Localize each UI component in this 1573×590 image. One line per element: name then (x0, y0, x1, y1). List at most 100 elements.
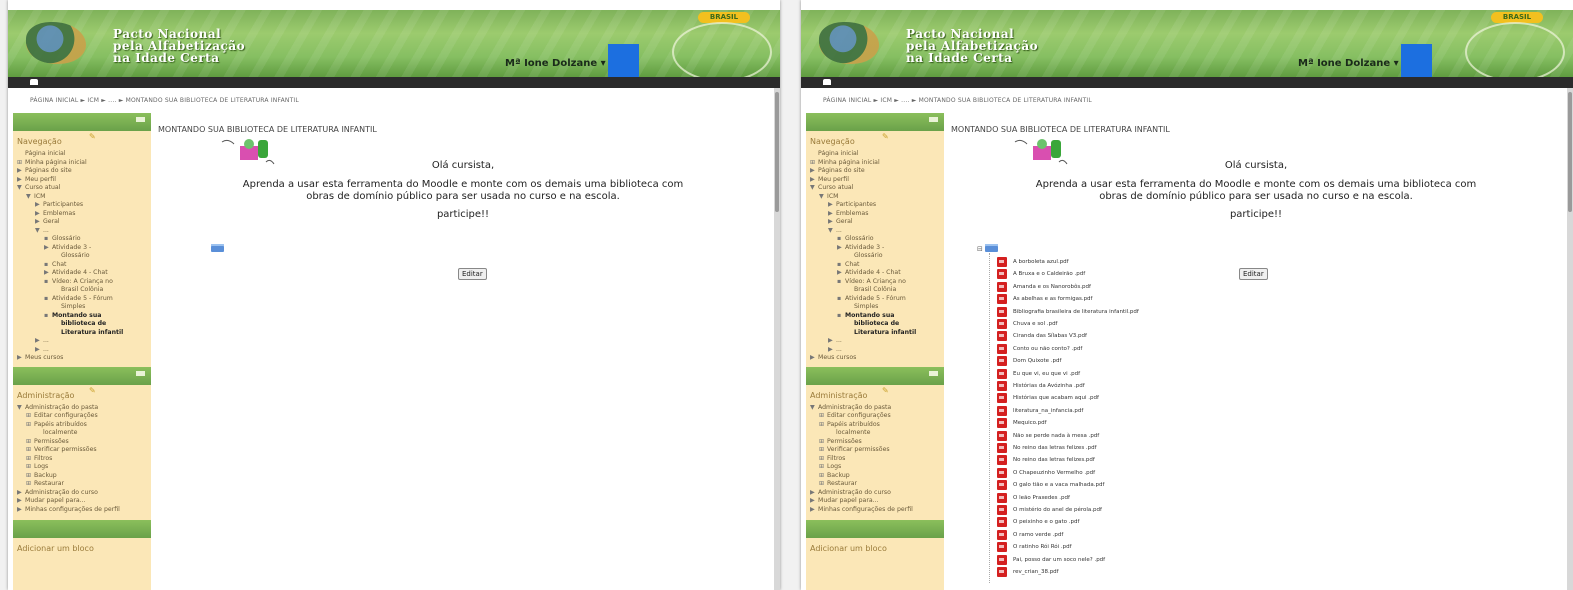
avatar[interactable] (1401, 44, 1432, 77)
sidebar-item[interactable]: Brasil Colônia (806, 286, 944, 295)
sidebar-item[interactable]: ▪ Atividade 5 - Fórum (13, 295, 151, 304)
add-block-title[interactable]: Adicionar um bloco (17, 544, 151, 553)
sidebar-item[interactable]: ⊞ Minha página inicial (13, 159, 151, 168)
file-name[interactable]: O peixinho e o gato .pdf (1013, 519, 1079, 525)
sidebar-item[interactable]: ⊞ Filtros (13, 455, 151, 464)
sidebar-item[interactable]: Página inicial (13, 150, 151, 159)
edit-button[interactable]: Editar (458, 268, 487, 280)
sidebar-item[interactable]: ▼ Curso atual (13, 184, 151, 193)
sidebar-item[interactable]: Literatura infantil (806, 329, 944, 338)
file-name[interactable]: Mequico.pdf (1013, 420, 1047, 426)
sidebar-item[interactable]: ⊞ Backup (13, 472, 151, 481)
sidebar-item[interactable]: ⊞ Restaurar (13, 480, 151, 489)
add-block-title[interactable]: Adicionar um bloco (810, 544, 944, 553)
file-name[interactable]: Eu que vi, eu que vi .pdf (1013, 371, 1080, 377)
sidebar-item[interactable]: ▶ Participantes (13, 201, 151, 210)
breadcrumb[interactable]: PÁGINA INICIAL ► ICM ► .... ► MONTANDO S… (30, 97, 299, 104)
sidebar-item[interactable]: ▪ Glossário (806, 235, 944, 244)
sidebar-item[interactable]: ⊞ Logs (13, 463, 151, 472)
sidebar-item[interactable]: ▶ Administração do curso (13, 489, 151, 498)
sidebar-item[interactable]: ▶ Administração do curso (806, 489, 944, 498)
sidebar-item[interactable]: ⊞ Editar configurações (806, 412, 944, 421)
sidebar-item[interactable]: ⊞ Papéis atribuídos (13, 421, 151, 430)
user-menu[interactable]: Mª Ione Dolzane ▾ (1298, 58, 1399, 69)
file-name[interactable]: Pai, posso dar um soco nele? .pdf (1013, 557, 1105, 563)
sidebar-item[interactable]: ▶... (13, 346, 151, 355)
collapse-toggle-icon[interactable]: ⊟ (977, 245, 983, 253)
sidebar-item[interactable]: ▼ Curso atual (806, 184, 944, 193)
sidebar-item[interactable]: ▶ Atividade 4 - Chat (13, 269, 151, 278)
sidebar-item[interactable]: ▶ Participantes (806, 201, 944, 210)
sidebar-item[interactable]: ▪ Glossário (13, 235, 151, 244)
site-title[interactable]: Pacto Nacional pela Alfabetização na Ida… (113, 28, 245, 64)
sidebar-item[interactable]: ▶ Páginas do site (806, 167, 944, 176)
sidebar-item[interactable]: ▶ Meus cursos (806, 354, 944, 363)
sidebar-item[interactable]: ▶ Geral (13, 218, 151, 227)
file-name[interactable]: Conto ou não conto? .pdf (1013, 346, 1082, 352)
sidebar-item[interactable]: ▪ Chat (806, 261, 944, 270)
file-name[interactable]: O galo tião e a vaca malhada.pdf (1013, 482, 1104, 488)
sidebar-item[interactable]: ▶ Minhas configurações de perfil (13, 506, 151, 515)
file-name[interactable]: No reino das letras felizes .pdf (1013, 445, 1097, 451)
sidebar-item[interactable]: biblioteca de (13, 320, 151, 329)
folder-icon[interactable] (985, 244, 998, 252)
sidebar-item[interactable]: ⊞ Permissões (806, 438, 944, 447)
sidebar-item[interactable]: ▶ Emblemas (806, 210, 944, 219)
sidebar-item[interactable]: ⊞ Permissões (13, 438, 151, 447)
sidebar-item[interactable]: ▼ Administração do pasta (13, 404, 151, 413)
sidebar-item[interactable]: ▶ Meu perfil (13, 176, 151, 185)
file-name[interactable]: literatura_na_infancia.pdf (1013, 408, 1083, 414)
sidebar-item[interactable]: ▶... (13, 337, 151, 346)
file-name[interactable]: O ratinho Rói Rói .pdf (1013, 544, 1072, 550)
sidebar-item[interactable]: ▼ ICM (806, 193, 944, 202)
file-name[interactable]: O Chapeuzinho Vermelho .pdf (1013, 470, 1095, 476)
site-title[interactable]: Pacto Nacional pela Alfabetização na Ida… (906, 28, 1038, 64)
folder-icon[interactable] (211, 244, 224, 252)
sidebar-item[interactable]: ▶ Páginas do site (13, 167, 151, 176)
sidebar-item[interactable]: Simples (806, 303, 944, 312)
sidebar-item[interactable]: ⊞ Filtros (806, 455, 944, 464)
sidebar-item[interactable]: localmente (806, 429, 944, 438)
sidebar-item[interactable]: ▪ Chat (13, 261, 151, 270)
file-name[interactable]: O mistério do anel de pérola.pdf (1013, 507, 1102, 513)
sidebar-item[interactable]: ⊞ Verificar permissões (13, 446, 151, 455)
edit-button[interactable]: Editar (1239, 268, 1268, 280)
sidebar-item[interactable]: Página inicial (806, 150, 944, 159)
sidebar-item[interactable]: ▪ Montando sua (806, 312, 944, 321)
sidebar-item[interactable]: biblioteca de (806, 320, 944, 329)
sidebar-item[interactable]: ▪ Vídeo: A Criança no (13, 278, 151, 287)
sidebar-item[interactable]: ▶ Geral (806, 218, 944, 227)
sidebar-item[interactable]: Brasil Colônia (13, 286, 151, 295)
sidebar-item[interactable]: ▶ Mudar papel para... (13, 497, 151, 506)
user-menu[interactable]: Mª Ione Dolzane ▾ (505, 58, 606, 69)
file-name[interactable]: Histórias que acabam aqui .pdf (1013, 395, 1099, 401)
scrollbar[interactable] (774, 88, 780, 590)
sidebar-item[interactable]: Simples (13, 303, 151, 312)
file-name[interactable]: A Bruxa e o Caldeirão .pdf (1013, 271, 1085, 277)
scrollbar[interactable] (1567, 88, 1573, 590)
sidebar-item[interactable]: ▼ ICM (13, 193, 151, 202)
sidebar-item[interactable]: ▶ Atividade 3 - (13, 244, 151, 253)
sidebar-item[interactable]: ⊞ Backup (806, 472, 944, 481)
file-name[interactable]: O ramo verde .pdf (1013, 532, 1063, 538)
sidebar-item[interactable]: ▪ Atividade 5 - Fórum (806, 295, 944, 304)
file-name[interactable]: rev_crian_38.pdf (1013, 569, 1059, 575)
sidebar-item[interactable]: ▶ Minhas configurações de perfil (806, 506, 944, 515)
file-name[interactable]: Amanda e os Nanorobôs.pdf (1013, 284, 1091, 290)
sidebar-item[interactable]: ▪ Vídeo: A Criança no (806, 278, 944, 287)
sidebar-item[interactable]: ▶ Emblemas (13, 210, 151, 219)
sidebar-item[interactable]: ⊞ Papéis atribuídos (806, 421, 944, 430)
file-name[interactable]: Ciranda das Sílabas V3.pdf (1013, 333, 1087, 339)
sidebar-item[interactable]: ▶ Mudar papel para... (806, 497, 944, 506)
breadcrumb[interactable]: PÁGINA INICIAL ► ICM ► .... ► MONTANDO S… (823, 97, 1092, 104)
block-controls-icon[interactable] (929, 117, 938, 122)
scrollbar-thumb[interactable] (775, 92, 779, 212)
sidebar-item[interactable]: ▶... (806, 337, 944, 346)
sidebar-item[interactable]: Glossário (13, 252, 151, 261)
sidebar-item[interactable]: ▶ Meu perfil (806, 176, 944, 185)
file-name[interactable]: Bibliografia brasileira de literatura in… (1013, 309, 1139, 315)
sidebar-item[interactable]: localmente (13, 429, 151, 438)
sidebar-item[interactable]: ▼... (13, 227, 151, 236)
scrollbar-thumb[interactable] (1568, 92, 1572, 212)
sidebar-item[interactable]: Literatura infantil (13, 329, 151, 338)
